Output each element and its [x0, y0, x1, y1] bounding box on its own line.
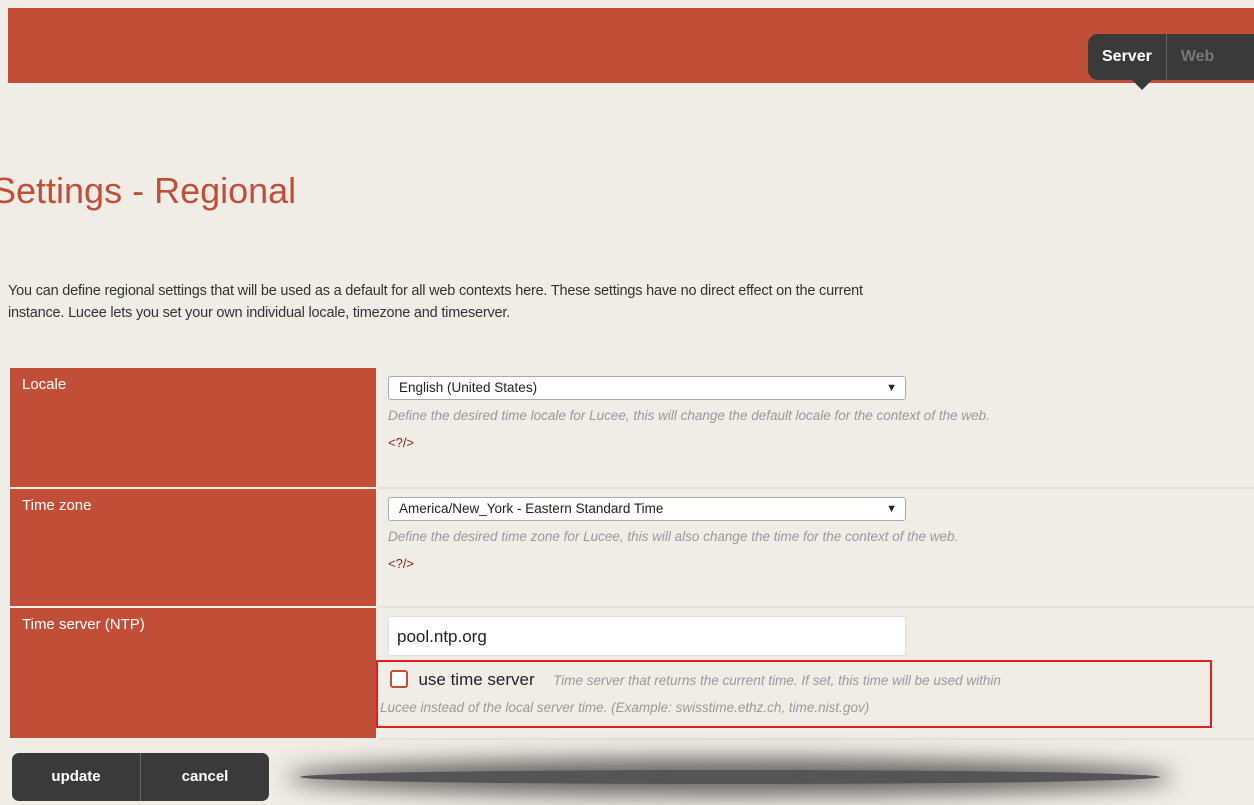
timezone-select[interactable]: America/New_York - Eastern Standard Time… — [388, 497, 906, 521]
locale-select-value: English (United States) — [399, 380, 538, 395]
timeserver-cell: pool.ntp.org use time server Time server… — [376, 608, 1254, 740]
tab-server[interactable]: Server — [1088, 34, 1166, 80]
tab-web[interactable]: Web — [1165, 34, 1228, 80]
timezone-doc-link[interactable]: <?/> — [388, 556, 1254, 571]
page-title: Settings - Regional — [0, 170, 297, 211]
settings-table: Locale English (United States) ▼ Define … — [10, 368, 1254, 740]
timeserver-description-1: Time server that returns the current tim… — [553, 673, 1001, 688]
locale-select[interactable]: English (United States) ▼ — [388, 376, 906, 400]
active-tab-pointer — [1132, 80, 1152, 90]
locale-cell: English (United States) ▼ Define the des… — [378, 368, 1254, 489]
form-buttons: update cancel — [12, 753, 269, 801]
use-time-server-highlight: use time server Time server that returns… — [376, 660, 1212, 728]
locale-description: Define the desired time locale for Lucee… — [388, 408, 990, 423]
intro-line-2: instance. Lucee lets you set your own in… — [8, 305, 511, 321]
header-bar — [8, 8, 1254, 83]
context-tabs: Server Web — [1088, 34, 1254, 80]
update-button[interactable]: update — [12, 753, 140, 801]
timeserver-description-2: Lucee instead of the local server time. … — [380, 700, 870, 715]
locale-row: Locale English (United States) ▼ Define … — [10, 368, 1254, 489]
locale-doc-link[interactable]: <?/> — [388, 435, 1254, 450]
use-time-server-checkbox[interactable] — [390, 670, 408, 688]
intro-line-1: You can define regional settings that wi… — [8, 283, 863, 299]
timezone-label: Time zone — [10, 489, 378, 608]
timezone-select-value: America/New_York - Eastern Standard Time — [399, 501, 664, 516]
timeserver-row: Time server (NTP) pool.ntp.org use time … — [10, 608, 1254, 740]
intro-text: You can define regional settings that wi… — [8, 280, 1254, 324]
chevron-down-icon: ▼ — [886, 382, 897, 394]
timezone-description: Define the desired time zone for Lucee, … — [388, 529, 959, 544]
cancel-button[interactable]: cancel — [140, 753, 269, 801]
timezone-cell: America/New_York - Eastern Standard Time… — [378, 489, 1254, 608]
timezone-row: Time zone America/New_York - Eastern Sta… — [10, 489, 1254, 608]
timeserver-label: Time server (NTP) — [10, 608, 378, 740]
timeserver-input[interactable]: pool.ntp.org — [388, 616, 906, 656]
drop-shadow — [300, 770, 1160, 784]
use-time-server-label[interactable]: use time server — [418, 670, 534, 689]
chevron-down-icon: ▼ — [886, 503, 897, 515]
locale-label: Locale — [10, 368, 378, 489]
